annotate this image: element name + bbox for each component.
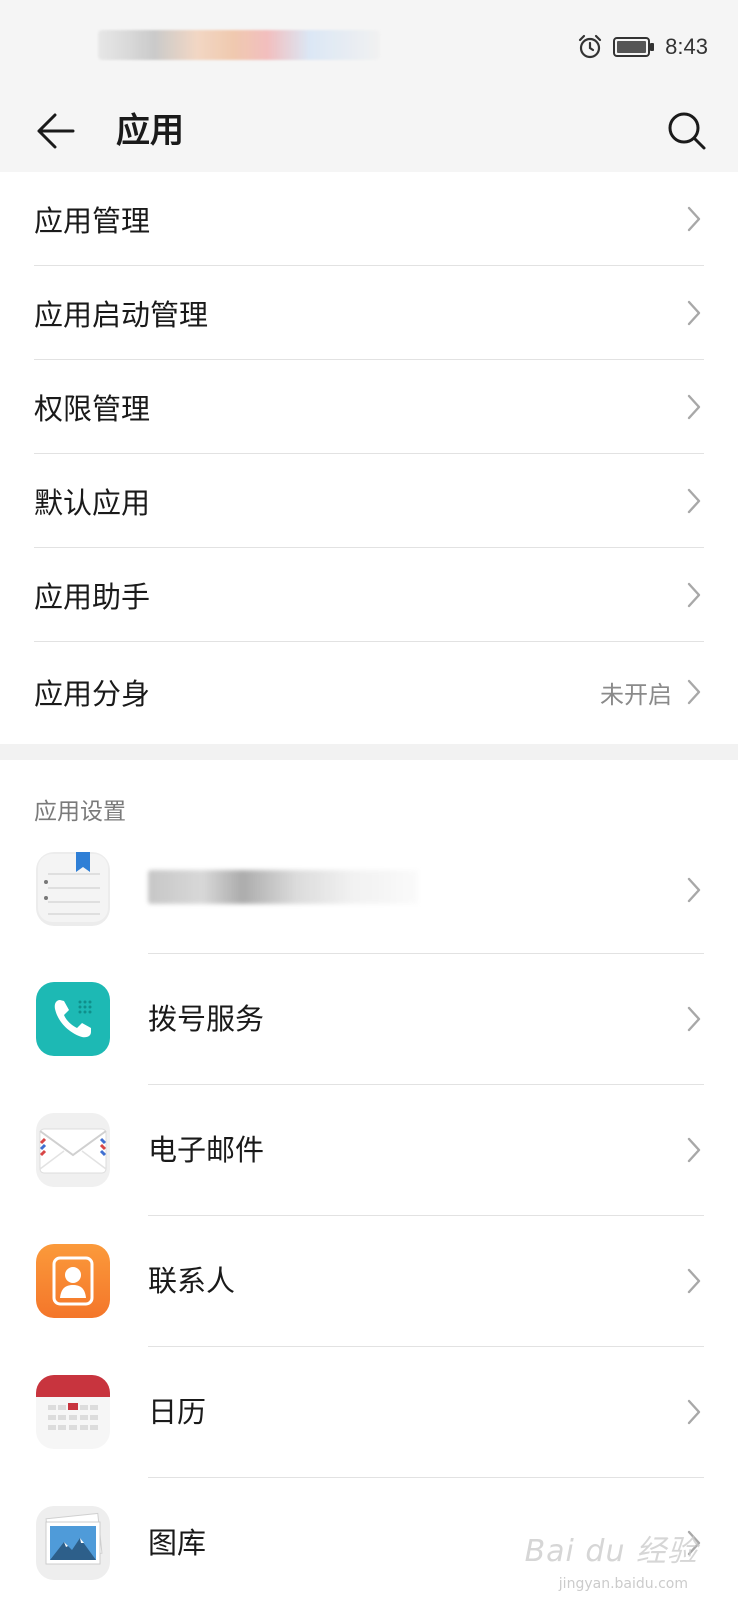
chevron-right-icon [687, 1137, 701, 1163]
contacts-app-icon [36, 1244, 110, 1318]
menu-item-label: 应用分身 [34, 677, 151, 711]
chevron-right-icon [687, 1399, 701, 1425]
menu-item-status: 未开启 [600, 680, 672, 709]
menu-item-label: 应用助手 [34, 580, 151, 614]
app-row-calendar[interactable]: 日历 [0, 1347, 738, 1478]
app-row-notes[interactable] [0, 836, 738, 954]
menu-item-permission-management[interactable]: 权限管理 [0, 360, 738, 454]
status-indicators: 8:43 [577, 32, 708, 62]
chevron-right-icon [687, 1006, 701, 1032]
app-label: 图库 [148, 1526, 207, 1560]
status-bar: 8:43 [0, 0, 738, 88]
chevron-right-icon [687, 206, 701, 232]
toolbar: 应用 [0, 88, 738, 172]
app-label: 拨号服务 [148, 1002, 265, 1036]
menu-item-label: 默认应用 [34, 486, 151, 520]
menu-list: 应用管理 应用启动管理 权限管理 默认应用 应用助手 应用分身 未开启 [0, 172, 738, 742]
phone-app-icon [36, 982, 110, 1056]
menu-item-app-assistant[interactable]: 应用助手 [0, 548, 738, 642]
chevron-right-icon [687, 394, 701, 420]
chevron-right-icon [687, 679, 701, 705]
section-separator [0, 744, 738, 760]
chevron-right-icon [687, 877, 701, 903]
app-label: 日历 [148, 1395, 207, 1429]
battery-icon [613, 36, 655, 58]
chevron-right-icon [687, 488, 701, 514]
menu-item-app-management[interactable]: 应用管理 [0, 172, 738, 266]
app-row-email[interactable]: 电子邮件 [0, 1085, 738, 1216]
app-settings-list: 拨号服务 电子邮件 联系人 日历 图库 [0, 836, 738, 1600]
status-time: 8:43 [665, 34, 708, 59]
watermark: Bai du 经验 [524, 1534, 698, 1569]
app-row-contacts[interactable]: 联系人 [0, 1216, 738, 1347]
menu-item-default-apps[interactable]: 默认应用 [0, 454, 738, 548]
blurred-app-label [148, 870, 418, 904]
chevron-right-icon [687, 300, 701, 326]
search-button[interactable] [662, 106, 712, 156]
chevron-right-icon [687, 582, 701, 608]
watermark-url: jingyan.baidu.com [558, 1576, 688, 1592]
back-button[interactable] [30, 106, 80, 156]
blurred-notification-icons [98, 30, 380, 60]
gallery-app-icon [36, 1506, 110, 1580]
arrow-left-icon [37, 113, 75, 149]
menu-item-label: 权限管理 [34, 392, 151, 426]
menu-item-startup-management[interactable]: 应用启动管理 [0, 266, 738, 360]
menu-item-label: 应用管理 [34, 204, 151, 238]
app-label: 电子邮件 [148, 1133, 265, 1167]
menu-item-label: 应用启动管理 [34, 298, 209, 332]
menu-item-app-twin[interactable]: 应用分身 未开启 [0, 642, 738, 742]
email-app-icon [36, 1113, 110, 1187]
page-title: 应用 [116, 111, 184, 151]
app-row-dialer[interactable]: 拨号服务 [0, 954, 738, 1085]
chevron-right-icon [687, 1268, 701, 1294]
alarm-icon [577, 34, 603, 60]
notes-app-icon [36, 852, 110, 926]
calendar-app-icon [36, 1375, 110, 1449]
app-label: 联系人 [148, 1264, 236, 1298]
search-icon [668, 112, 706, 150]
section-header: 应用设置 [34, 799, 126, 825]
